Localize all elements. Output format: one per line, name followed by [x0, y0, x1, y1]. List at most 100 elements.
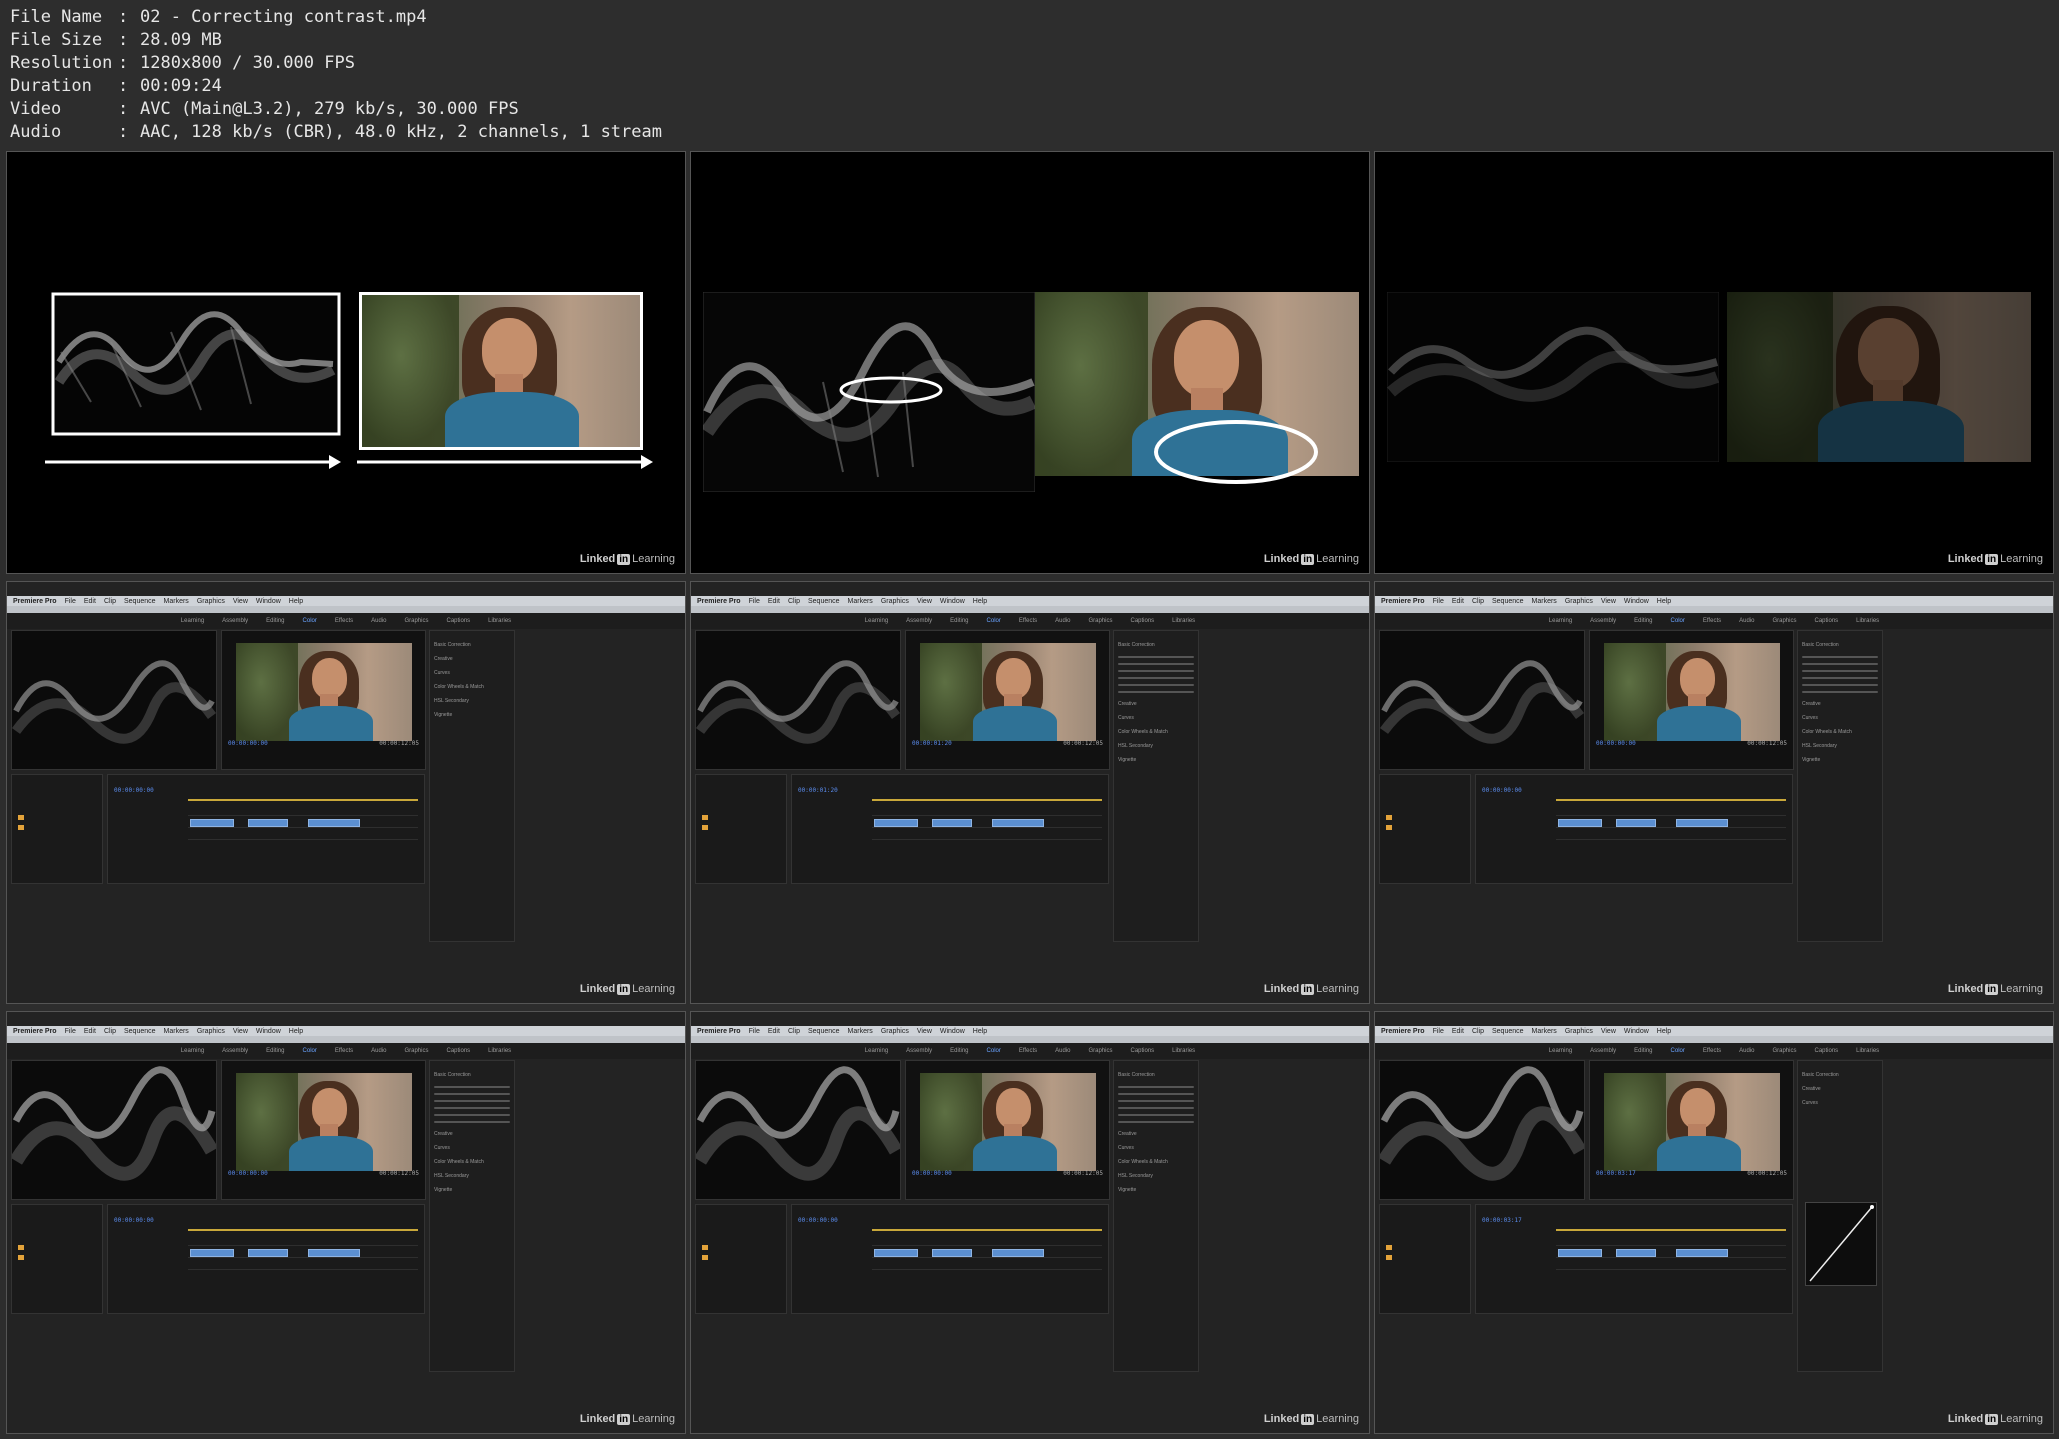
bin-icon[interactable] [702, 1245, 708, 1250]
lumetri-slider[interactable] [1118, 684, 1194, 686]
workspace-tab[interactable]: Audio [371, 1048, 386, 1054]
lumetri-section[interactable]: Curves [434, 1145, 510, 1151]
timeline-clip[interactable] [248, 1249, 288, 1257]
lumetri-section[interactable]: HSL Secondary [434, 698, 510, 704]
menu-item[interactable]: File [1433, 1028, 1444, 1035]
menu-item[interactable]: Clip [1472, 1028, 1484, 1035]
workspace-tab[interactable]: Assembly [1590, 618, 1616, 624]
thumbnail-frame[interactable]: Premiere Pro File Edit Clip Sequence Markers… [6, 581, 686, 1004]
lumetri-section[interactable]: HSL Secondary [1118, 1173, 1194, 1179]
lumetri-section[interactable]: Vignette [434, 1187, 510, 1193]
thumbnail-frame[interactable]: Linked in Learning [690, 151, 1370, 574]
menu-item[interactable]: Markers [848, 598, 873, 605]
workspace-tab[interactable]: Learning [1549, 618, 1572, 624]
bin-icon[interactable] [702, 1255, 708, 1260]
lumetri-slider[interactable] [1802, 684, 1878, 686]
workspace-tab[interactable]: Learning [1549, 1048, 1572, 1054]
thumbnail-frame[interactable]: Linked in Learning [6, 151, 686, 574]
timeline-panel[interactable]: 00:00:00:00 [107, 1204, 425, 1314]
timeline-panel[interactable]: 00:00:03:17 [1475, 1204, 1793, 1314]
workspace-tab[interactable]: Audio [1739, 618, 1754, 624]
timeline-clip[interactable] [932, 819, 972, 827]
workspace-tab[interactable]: Captions [1130, 1048, 1154, 1054]
lumetri-slider[interactable] [1118, 656, 1194, 658]
lumetri-section[interactable]: HSL Secondary [1118, 743, 1194, 749]
lumetri-slider[interactable] [1802, 670, 1878, 672]
menu-item[interactable]: Clip [104, 1028, 116, 1035]
workspace-tab[interactable]: Audio [371, 618, 386, 624]
workspace-tab[interactable]: Effects [1019, 618, 1037, 624]
lumetri-slider[interactable] [434, 1107, 510, 1109]
menu-item[interactable]: View [233, 1028, 248, 1035]
lumetri-slider[interactable] [434, 1100, 510, 1102]
lumetri-section[interactable]: Color Wheels & Match [434, 1159, 510, 1165]
workspace-tab[interactable]: Editing [266, 1048, 284, 1054]
workspace-tab[interactable]: Assembly [222, 1048, 248, 1054]
menu-item[interactable]: Help [1657, 1028, 1671, 1035]
menu-item[interactable]: Clip [788, 1028, 800, 1035]
menu-item[interactable]: Help [289, 1028, 303, 1035]
workspace-tab[interactable]: Libraries [1856, 618, 1879, 624]
lumetri-slider[interactable] [434, 1121, 510, 1123]
workspace-tab[interactable]: Editing [950, 1048, 968, 1054]
menu-item[interactable]: Sequence [124, 598, 156, 605]
workspace-tab[interactable]: Graphics [1772, 618, 1796, 624]
menu-item[interactable]: Help [973, 598, 987, 605]
lumetri-section[interactable]: Basic Correction [434, 1072, 510, 1078]
lumetri-section[interactable]: Creative [1118, 701, 1194, 707]
workspace-tab[interactable]: Audio [1055, 1048, 1070, 1054]
menu-item[interactable]: View [1601, 1028, 1616, 1035]
menu-item[interactable]: Edit [84, 1028, 96, 1035]
timeline-clip[interactable] [992, 1249, 1044, 1257]
lumetri-slider[interactable] [1118, 1121, 1194, 1123]
menu-item[interactable]: File [1433, 598, 1444, 605]
menu-item[interactable]: Edit [1452, 1028, 1464, 1035]
workspace-tab[interactable]: Learning [865, 618, 888, 624]
bin-icon[interactable] [18, 815, 24, 820]
bin-icon[interactable] [1386, 825, 1392, 830]
workspace-tab[interactable]: Editing [950, 618, 968, 624]
menu-item[interactable]: Window [1624, 1028, 1649, 1035]
bin-icon[interactable] [1386, 815, 1392, 820]
lumetri-slider[interactable] [1118, 1114, 1194, 1116]
menu-item[interactable]: Graphics [197, 598, 225, 605]
lumetri-slider[interactable] [1118, 1107, 1194, 1109]
timeline-clip[interactable] [1676, 1249, 1728, 1257]
program-monitor[interactable]: 00:00:00:00 00:00:12:05 [1589, 630, 1794, 770]
timeline-clip[interactable] [1558, 819, 1602, 827]
timeline-ruler[interactable] [1556, 1229, 1786, 1231]
menu-item[interactable]: File [749, 1028, 760, 1035]
lumetri-section[interactable]: Curves [1118, 1145, 1194, 1151]
menu-item[interactable]: Sequence [808, 1028, 840, 1035]
workspace-tab[interactable]: Libraries [488, 1048, 511, 1054]
menu-item[interactable]: Sequence [124, 1028, 156, 1035]
timeline-clip[interactable] [1616, 1249, 1656, 1257]
timeline-panel[interactable]: 00:00:00:00 [107, 774, 425, 884]
workspace-tab[interactable]: Color [987, 1048, 1001, 1054]
timeline-clip[interactable] [992, 819, 1044, 827]
lumetri-slider[interactable] [1118, 1100, 1194, 1102]
program-monitor[interactable]: 00:00:00:00 00:00:12:05 [905, 1060, 1110, 1200]
workspace-tab[interactable]: Graphics [404, 1048, 428, 1054]
lumetri-slider[interactable] [1802, 677, 1878, 679]
menu-item[interactable]: Graphics [1565, 598, 1593, 605]
program-monitor[interactable]: 00:00:00:00 00:00:12:05 [221, 1060, 426, 1200]
lumetri-section[interactable]: Creative [434, 656, 510, 662]
menu-item[interactable]: Graphics [197, 1028, 225, 1035]
bin-icon[interactable] [1386, 1255, 1392, 1260]
workspace-tab[interactable]: Effects [1703, 618, 1721, 624]
menu-item[interactable]: Help [973, 1028, 987, 1035]
lumetri-slider[interactable] [1118, 663, 1194, 665]
menu-item[interactable]: View [1601, 598, 1616, 605]
menu-item[interactable]: Clip [104, 598, 116, 605]
menu-item[interactable]: Sequence [1492, 1028, 1524, 1035]
workspace-tab[interactable]: Effects [335, 1048, 353, 1054]
workspace-tab[interactable]: Audio [1739, 1048, 1754, 1054]
lumetri-section[interactable]: Color Wheels & Match [1118, 1159, 1194, 1165]
workspace-tab[interactable]: Libraries [1856, 1048, 1879, 1054]
thumbnail-frame[interactable]: Linked in Learning [1374, 151, 2054, 574]
workspace-tab[interactable]: Assembly [906, 618, 932, 624]
workspace-tab[interactable]: Libraries [1172, 1048, 1195, 1054]
lumetri-slider[interactable] [1118, 677, 1194, 679]
menu-item[interactable]: Markers [1532, 1028, 1557, 1035]
